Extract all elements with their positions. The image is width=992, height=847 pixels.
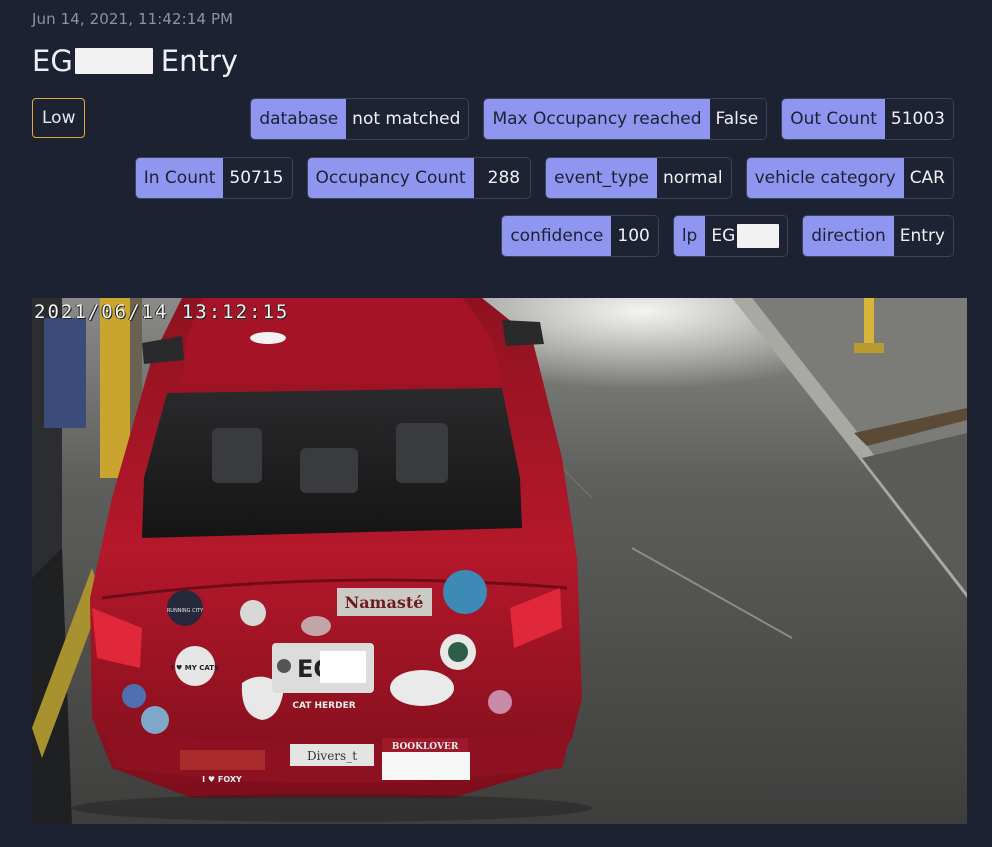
- tag-value: 51003: [884, 99, 953, 139]
- tag-event-type: event_type normal: [545, 157, 732, 199]
- headrest: [300, 448, 358, 493]
- license-plate-redaction: [320, 651, 366, 683]
- right-mirror: [502, 320, 544, 346]
- tag-value: 50715: [223, 158, 292, 198]
- tag-key: In Count: [135, 158, 224, 198]
- event-detail-page: Jun 14, 2021, 11:42:14 PM EG Entry Low d…: [0, 0, 992, 847]
- camera-overlay-timestamp: 2021/06/14 13:12:15: [34, 301, 290, 323]
- foxy-text: I ♥ FOXY: [202, 775, 242, 784]
- tag-row-2: In Count 50715 Occupancy Count 288 event…: [134, 157, 954, 199]
- i-love-my-cats-text: I ♥ MY CATS: [171, 664, 219, 672]
- event-timestamp: Jun 14, 2021, 11:42:14 PM: [32, 10, 234, 28]
- tag-value: 288: [473, 158, 531, 198]
- plate-badge: [277, 659, 291, 673]
- blue-pillar: [44, 318, 86, 428]
- tag-value: Entry: [893, 216, 953, 256]
- car-shadow: [72, 794, 592, 822]
- title-direction: Entry: [160, 44, 238, 78]
- tag-database: database not matched: [250, 98, 470, 140]
- title-plate-redaction: [74, 48, 153, 74]
- camera-scene: Namasté RUNNING CITY I ♥ MY CATS CAT HER…: [32, 298, 967, 824]
- tag-value: 100: [611, 216, 658, 256]
- headrest: [396, 423, 448, 483]
- oval-sticker: [390, 670, 454, 706]
- event-title: EG Entry: [32, 44, 238, 78]
- tag-key: vehicle category: [746, 158, 904, 198]
- bollard-base: [854, 343, 884, 353]
- white-emblem-sticker: [240, 600, 266, 626]
- tag-row-3: confidence 100 lp EG direction Entry: [501, 215, 954, 257]
- tag-out-count: Out Count 51003: [781, 98, 954, 140]
- tag-value: normal: [657, 158, 731, 198]
- tag-direction: direction Entry: [802, 215, 954, 257]
- diverse-sticker-text: Divers_t: [307, 749, 357, 763]
- bumper-redaction: [382, 752, 470, 780]
- tag-key: confidence: [502, 216, 612, 256]
- running-city-text: RUNNING CITY: [167, 608, 204, 614]
- tag-key: lp: [673, 216, 706, 256]
- tag-lp: lp EG: [672, 215, 789, 257]
- tag-key: Out Count: [782, 99, 885, 139]
- round-blue-sticker: [443, 570, 487, 614]
- namaste-sticker-text: Namasté: [345, 593, 424, 612]
- tag-value: not matched: [346, 99, 469, 139]
- title-plate-prefix: EG: [32, 44, 73, 78]
- small-light-blue-sticker: [141, 706, 169, 734]
- tag-key: event_type: [546, 158, 658, 198]
- severity-badge: Low: [32, 98, 86, 138]
- pink-sticker: [488, 690, 512, 714]
- tag-key: Max Occupancy reached: [484, 99, 710, 139]
- tag-key: Occupancy Count: [307, 158, 474, 198]
- lp-redaction: [737, 224, 780, 248]
- tag-max-occupancy: Max Occupancy reached False: [483, 98, 768, 140]
- tag-key: direction: [803, 216, 894, 256]
- camera-snapshot[interactable]: Namasté RUNNING CITY I ♥ MY CATS CAT HER…: [32, 298, 967, 824]
- tag-key: database: [251, 99, 347, 139]
- yellow-bollard: [864, 298, 874, 348]
- smart-sticker: [180, 750, 265, 770]
- cat-herder-text: CAT HERDER: [292, 701, 355, 711]
- tag-value: CAR: [903, 158, 953, 198]
- tag-vehicle-category: vehicle category CAR: [745, 157, 954, 199]
- tag-confidence: confidence 100: [501, 215, 659, 257]
- tag-value: False: [709, 99, 767, 139]
- paw-circle-inner: [448, 642, 468, 662]
- small-blue-sticker: [122, 684, 146, 708]
- lp-prefix: EG: [711, 226, 736, 246]
- headrest: [212, 428, 262, 483]
- tag-value: EG: [705, 216, 788, 256]
- booklover-text: BOOKLOVER: [392, 742, 459, 752]
- tag-in-count: In Count 50715: [134, 157, 293, 199]
- tag-row-1: database not matched Max Occupancy reach…: [250, 98, 954, 140]
- tag-occupancy-count: Occupancy Count 288: [306, 157, 532, 199]
- car-emblem: [301, 616, 331, 636]
- roof-reflection: [250, 332, 286, 344]
